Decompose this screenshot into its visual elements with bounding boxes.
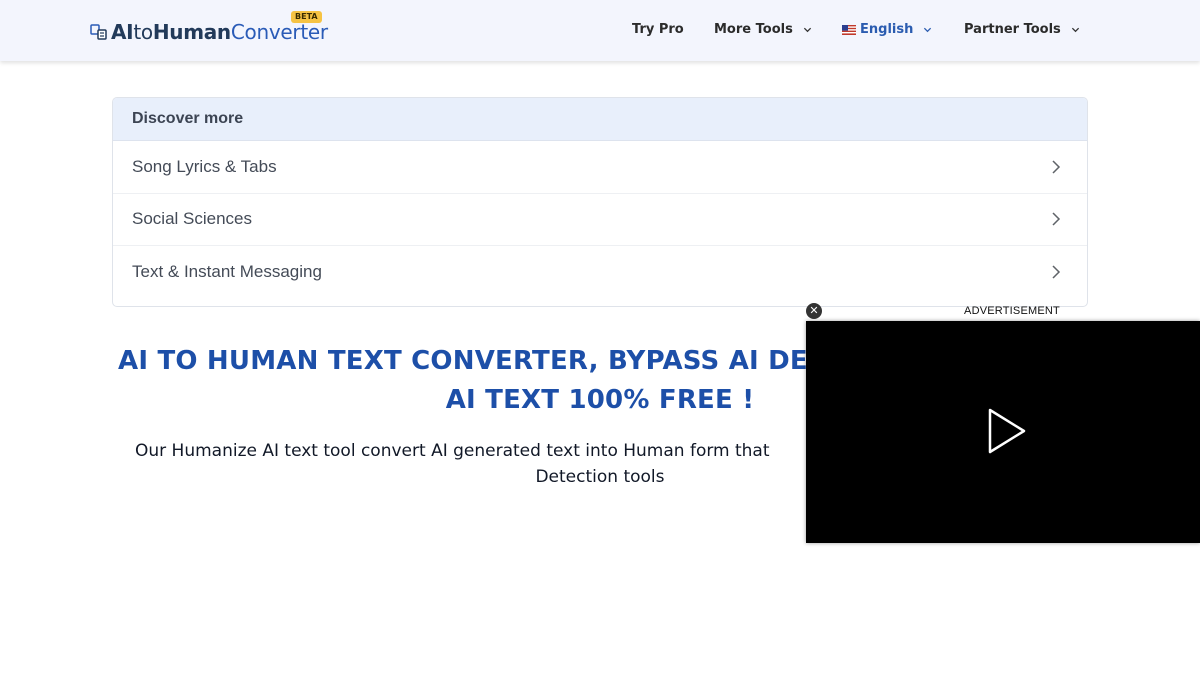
- logo-part-ai: AI: [111, 20, 134, 44]
- nav-more-tools[interactable]: More Tools: [714, 22, 812, 37]
- discover-item-label: Text & Instant Messaging: [132, 262, 322, 282]
- discover-item[interactable]: Text & Instant Messaging: [113, 246, 1087, 299]
- chevron-right-icon: [1052, 265, 1061, 279]
- discover-item[interactable]: Social Sciences: [113, 194, 1087, 246]
- us-flag-icon: [842, 24, 856, 35]
- ad-label: ADVERTISEMENT: [964, 305, 1060, 317]
- chevron-down-icon: [924, 27, 932, 33]
- chevron-down-icon: [803, 27, 811, 33]
- nav-partner-tools-label: Partner Tools: [964, 22, 1061, 37]
- ad-close-button[interactable]: ✕: [806, 303, 822, 319]
- logo-part-human: Human: [152, 20, 231, 44]
- nav-try-pro-label: Try Pro: [632, 22, 684, 37]
- discover-item-label: Social Sciences: [132, 209, 253, 229]
- logo-part-to: to: [133, 20, 153, 44]
- logo-text: AItoHumanConverter: [111, 20, 328, 44]
- logo-part-converter: Converter: [230, 20, 328, 44]
- chevron-right-icon: [1052, 160, 1061, 174]
- chevron-down-icon: [1071, 27, 1079, 33]
- discover-item[interactable]: Song Lyrics & Tabs: [113, 141, 1087, 194]
- site-header: AItoHumanConverter BETA Try Pro More Too…: [0, 0, 1200, 61]
- discover-more-title: Discover more: [113, 98, 1087, 141]
- discover-item-label: Song Lyrics & Tabs: [132, 156, 277, 176]
- nav-language-label: English: [860, 22, 914, 37]
- nav-try-pro[interactable]: Try Pro: [632, 22, 684, 37]
- ad-video-player[interactable]: [806, 321, 1200, 543]
- beta-badge: BETA: [291, 11, 322, 23]
- nav-more-tools-label: More Tools: [714, 22, 793, 37]
- play-icon[interactable]: [987, 407, 1027, 455]
- nav-language-selector[interactable]: English: [842, 22, 932, 37]
- site-logo[interactable]: AItoHumanConverter: [90, 19, 328, 45]
- nav-partner-tools[interactable]: Partner Tools: [964, 22, 1080, 37]
- discover-more-panel: Discover more Song Lyrics & Tabs Social …: [112, 97, 1088, 307]
- chevron-right-icon: [1052, 212, 1061, 226]
- converter-logo-icon: [90, 24, 107, 40]
